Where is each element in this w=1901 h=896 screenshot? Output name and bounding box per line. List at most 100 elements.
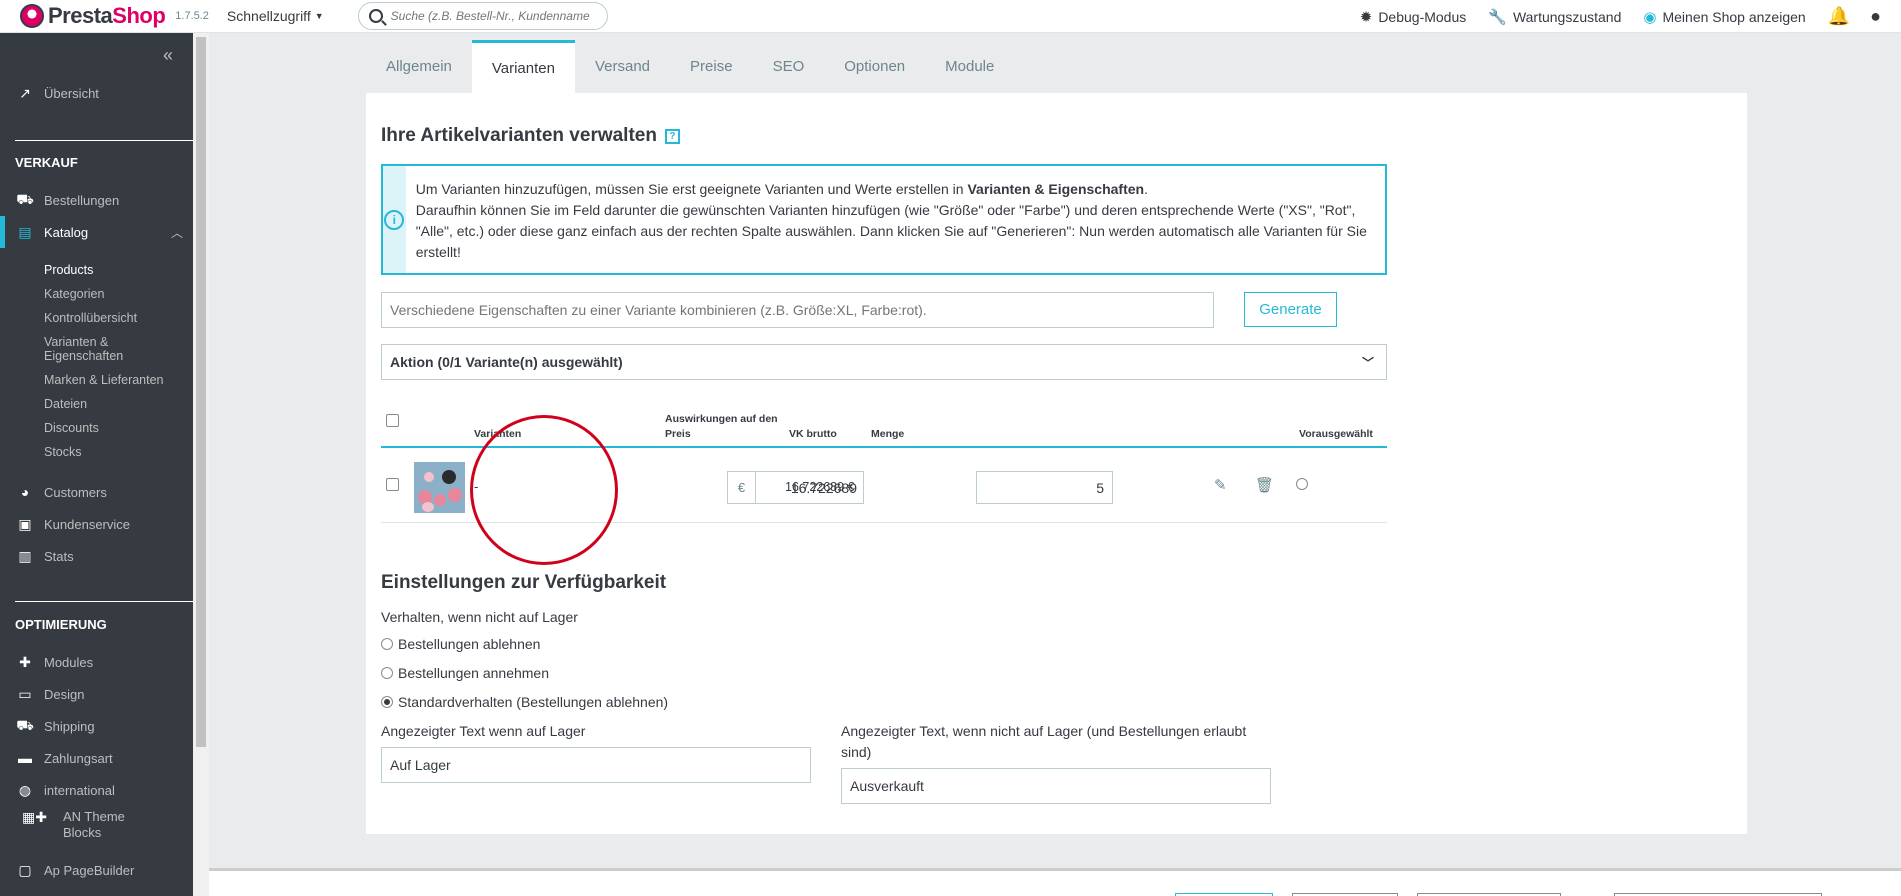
column-impact-price: Auswirkungen auf den Preis [665,413,778,440]
sidebar-divider [15,140,193,141]
column-default: Vorausgewählt [1299,428,1373,440]
in-stock-text-label: Angezeigter Text wenn auf Lager [381,723,586,739]
sidebar-item-design[interactable]: ▭ Design [0,679,193,709]
edit-pencil-icon[interactable]: ✎ [1214,476,1227,494]
quantity-input[interactable] [976,471,1113,504]
sidebar-section-improve: OPTIMIERUNG [15,617,107,632]
tab-general[interactable]: Allgemein [366,40,472,93]
select-all-checkbox[interactable] [386,414,399,427]
puzzle-icon: ▦✚ [22,809,47,825]
default-behavior-radio[interactable] [381,696,393,708]
combination-attributes-input[interactable] [381,292,1214,328]
alert-text: Um Varianten hinzuzufügen, müssen Sie er… [415,181,1367,260]
generate-button[interactable]: Generate [1244,292,1337,327]
out-of-stock-behavior-label: Verhalten, wenn nicht auf Lager [381,609,578,625]
price-gross-value: 16.722689 € [785,480,855,494]
trending-up-icon: ↗ [19,84,31,101]
bulk-action-select[interactable]: Aktion (0/1 Variante(n) ausgewählt) ﹀ [381,344,1387,380]
sidebar-section-sell: VERKAUF [15,155,78,170]
account-circle-icon: ◕ [20,484,30,500]
sidebar-subitem-products[interactable]: Products [44,263,93,277]
sidebar-item-ap-pagebuilder[interactable]: ▢ Ap PageBuilder [0,855,193,885]
combinations-title: Ihre Artikelvarianten verwalten? [381,125,680,147]
user-account-icon[interactable]: ● [1870,6,1881,27]
trash-icon[interactable]: 🗑 [1255,476,1274,494]
wrench-icon: 🔧 [1488,8,1507,26]
product-thumbnail [414,462,465,513]
collapse-sidebar-icon[interactable]: « [163,45,173,66]
prestashop-logo[interactable]: PrestaShop [20,3,166,29]
sidebar-subitem-brands[interactable]: Marken & Lieferanten [44,373,164,387]
option-deny-orders[interactable]: Bestellungen ablehnen [381,636,540,652]
search-input[interactable] [390,9,591,23]
option-allow-orders[interactable]: Bestellungen annehmen [381,665,549,681]
sidebar-subitem-categories[interactable]: Kategorien [44,287,104,301]
tab-seo[interactable]: SEO [753,40,825,93]
notifications-bell-icon[interactable]: 🔔 [1828,6,1850,27]
search-box[interactable] [357,2,608,30]
help-icon[interactable]: ? [664,129,680,144]
scrollbar-thumb[interactable] [196,37,206,747]
default-combination-radio[interactable] [1296,478,1308,490]
allow-orders-radio[interactable] [381,667,393,679]
sidebar-scrollbar[interactable] [193,33,209,896]
sidebar: « ↗ Übersicht VERKAUF ⛟ Bestellungen ▤ Kata… [0,33,193,896]
tab-combinations[interactable]: Varianten [471,40,575,93]
brand-name: PrestaShop [48,3,166,28]
sidebar-item-customer-service[interactable]: ▣ Kundenservice [0,509,193,539]
red-annotation-circle [470,415,618,565]
column-price-gross: VK brutto [789,428,837,440]
deny-orders-radio[interactable] [381,638,393,650]
prestashop-puffin-icon [20,4,44,28]
chat-icon: ▣ [18,515,32,532]
sidebar-item-orders[interactable]: ⛟ Bestellungen [0,185,193,215]
info-icon: i [384,209,405,230]
out-of-stock-text-label: Angezeigter Text, wenn nicht auf Lager (… [841,723,1247,760]
sidebar-subitem-discounts[interactable]: Discounts [44,421,99,435]
out-of-stock-text-input[interactable] [841,768,1271,804]
sidebar-item-shipping[interactable]: ⛟ Shipping [0,711,193,741]
chevron-up-icon: ︿ [170,225,183,240]
column-quantity: Menge [871,428,905,440]
row-checkbox[interactable] [386,478,399,491]
product-tabs: Allgemein Varianten Versand Preise SEO O… [366,40,1014,93]
store-icon: ▤ [18,223,32,240]
view-shop-link[interactable]: ◉ Meinen Shop anzeigen [1643,8,1805,26]
sidebar-subitem-files[interactable]: Dateien [44,397,87,411]
desktop-icon: ▭ [18,685,32,702]
bar-chart-icon: ▥ [18,547,32,564]
quick-access-dropdown[interactable]: Schnellzugriff ▼ [227,8,324,24]
sidebar-item-customers[interactable]: ◕ Customers [0,477,193,507]
debug-mode-link[interactable]: ✹ Debug-Modus [1360,8,1467,26]
tab-modules[interactable]: Module [925,40,1014,93]
sidebar-item-catalog[interactable]: ▤ Katalog ︿ [0,216,193,248]
sidebar-item-stats[interactable]: ▥ Stats [0,541,193,571]
eye-icon: ◉ [1643,8,1657,26]
chevron-down-icon: ﹀ [1361,355,1374,370]
bug-icon: ✹ [1359,8,1373,26]
credit-card-icon: ▬ [18,750,32,766]
sidebar-subitem-stocks[interactable]: Stocks [44,445,82,459]
availability-title: Einstellungen zur Verfügbarkeit [381,572,667,593]
sidebar-item-an-theme-blocks[interactable]: ▦✚ AN Theme Blocks [0,807,193,841]
sidebar-item-payment[interactable]: ▬ Zahlungsart [0,743,193,773]
tab-pricing[interactable]: Preise [670,40,753,93]
search-icon[interactable] [368,9,383,23]
in-stock-text-input[interactable] [381,747,811,783]
attributes-link[interactable]: Varianten & Eigenschaften [967,181,1144,197]
currency-addon: € [728,472,756,503]
tab-options[interactable]: Optionen [824,40,925,93]
sidebar-item-overview[interactable]: ↗ Übersicht [0,78,193,108]
footer-action-bar [209,868,1901,896]
caret-down-icon: ▼ [314,11,324,21]
sidebar-item-international[interactable]: ◍ international [0,775,193,805]
truck-icon: ⛟ [16,716,34,733]
sidebar-subitem-monitoring[interactable]: Kontrollübersicht [44,311,137,325]
sidebar-item-modules[interactable]: ✚ Modules [0,647,193,677]
tab-shipping[interactable]: Versand [575,40,670,93]
top-header: PrestaShop 1.7.5.2 Schnellzugriff▼ ✹Debu… [0,0,1901,33]
sidebar-subitem-attributes[interactable]: Varianten & Eigenschaften [44,335,154,363]
maintenance-link[interactable]: 🔧 Wartungszustand [1488,8,1621,26]
option-default-behavior[interactable]: Standardverhalten (Bestellungen ablehnen… [381,694,668,710]
version-label: 1.7.5.2 [175,10,209,22]
